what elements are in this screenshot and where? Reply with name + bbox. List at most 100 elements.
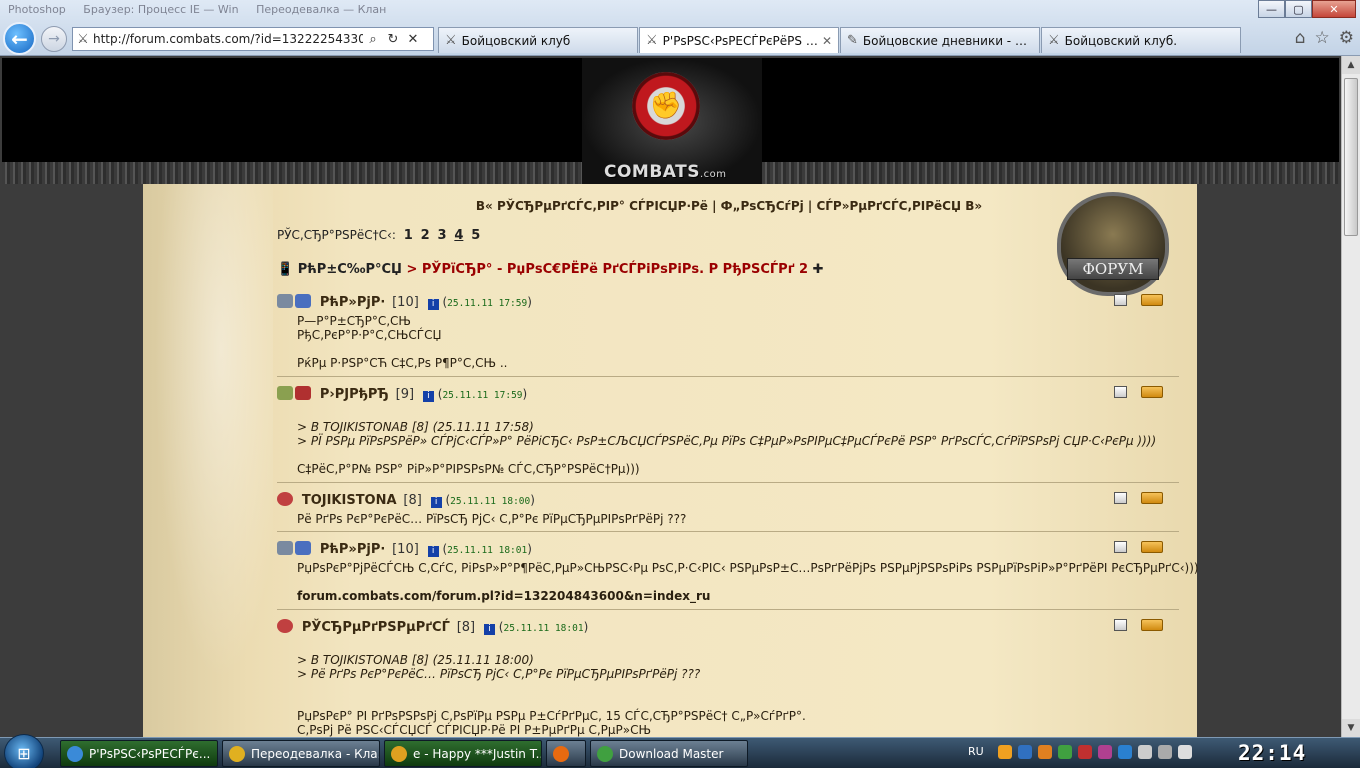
tab-forum-active[interactable]: ⚔ Р'РѕРЅС‹РѕРЕСЃРєРёРЅ Р... ✕ — [639, 27, 839, 53]
clock[interactable]: 22:14 — [1238, 741, 1306, 765]
site-logo[interactable]: ✊ COMBATS.com — [582, 58, 762, 184]
info-icon[interactable]: i — [483, 624, 495, 635]
post-author[interactable]: РЎСЂРµРґРЅРµРґСЃ — [302, 620, 450, 635]
info-icon[interactable]: i — [427, 546, 439, 557]
post-author[interactable]: Р›РЈРђРЂ — [320, 387, 389, 402]
gear-icon[interactable]: ⚙ — [1339, 28, 1354, 48]
messenger-icon[interactable] — [1038, 745, 1052, 759]
post-header: РћР»РјР· [10] i (25.11.11 17:59) — [277, 294, 532, 312]
quote-icon[interactable] — [1114, 386, 1127, 398]
start-button[interactable]: ⊞ — [4, 734, 44, 768]
app-tray-icon[interactable] — [1098, 745, 1112, 759]
stop-icon[interactable]: ✕ — [403, 32, 423, 47]
vertical-scrollbar[interactable]: ▲ ▼ — [1341, 56, 1360, 737]
site-favicon-icon: ⚔ — [77, 31, 89, 47]
quote-icon[interactable] — [1114, 492, 1127, 504]
reply-icon[interactable] — [1141, 294, 1163, 306]
back-button[interactable]: ← — [3, 22, 36, 55]
page-link-1[interactable]: 1 — [404, 228, 413, 243]
speed-icon[interactable] — [1118, 745, 1132, 759]
tab-strip: ⚔ Бойцовский клуб ⚔ Р'РѕРЅС‹РѕРЕСЃРєРёРЅ… — [438, 27, 1242, 53]
reply-icon[interactable] — [1141, 386, 1163, 398]
search-icon[interactable]: ⌕ — [363, 32, 383, 47]
address-bar[interactable]: ⚔ ⌕ ↻ ✕ — [72, 27, 434, 51]
post-line — [297, 575, 1199, 589]
scroll-thumb[interactable] — [1344, 78, 1358, 236]
post-level: [10] — [392, 295, 419, 310]
quote-icon[interactable] — [1114, 541, 1127, 553]
page-link-2[interactable]: 2 — [421, 228, 430, 243]
ghost-title: Браузер: Процесс IE — Win — [83, 3, 239, 16]
post-line: РќРµ Р·РЅР°СЋ С‡С‚Рѕ Р¶Р°С‚СЊ .. — [297, 356, 508, 370]
refresh-icon[interactable]: ↻ — [383, 32, 403, 47]
align-badge-icon — [295, 294, 311, 308]
tab-boycovsky-klub-2[interactable]: ⚔ Бойцовский клуб. — [1041, 27, 1241, 53]
taskbar-item-download-master[interactable]: Download Master — [590, 740, 748, 767]
taskbar-item-aimp[interactable]: e - Happy ***Justin T... — [384, 740, 542, 767]
post-line — [297, 639, 806, 653]
post-level: [8] — [403, 493, 422, 508]
forward-button[interactable]: → — [41, 26, 67, 52]
minimize-button[interactable]: — — [1258, 0, 1285, 18]
power-icon[interactable] — [1158, 745, 1172, 759]
clan-badge-icon — [277, 294, 293, 308]
forum-post: Р›РЈРђРЂ [9] i (25.11.11 17:59) > В TOJI… — [277, 386, 1179, 483]
post-line: РђС‚РєР°Р·Р°С‚СЊСЃСЏ — [297, 328, 442, 342]
home-icon[interactable]: ⌂ — [1295, 28, 1306, 48]
quote-icon[interactable] — [1114, 294, 1127, 306]
post-body: > В TOJIKISTONAB [8] (25.11.11 17:58) > … — [297, 406, 1156, 476]
forum-post: РћР»РјР· [10] i (25.11.11 17:59) Р—Р°Р±С… — [277, 294, 1179, 377]
weather-icon[interactable] — [998, 745, 1012, 759]
phone-icon: 📱 — [277, 262, 294, 277]
info-icon[interactable]: i — [430, 497, 442, 508]
page-link-5[interactable]: 5 — [471, 228, 480, 243]
tab-close-icon[interactable]: ✕ — [822, 34, 832, 48]
logo-text: COMBATS.com — [604, 162, 727, 182]
taskbar-item-chrome[interactable]: Переодевалка - Кла... — [222, 740, 380, 767]
post-author[interactable]: РћР»РјР· — [320, 295, 385, 310]
post-link[interactable]: forum.combats.com/forum.pl?id=1322048436… — [297, 589, 1199, 603]
maximize-button[interactable]: ▢ — [1285, 0, 1312, 18]
tab-dnevniki[interactable]: ✎ Бойцовские дневники - ТОД... — [840, 27, 1040, 53]
clan-badge-icon — [277, 619, 293, 633]
post-header: РћР»РјР· [10] i (25.11.11 18:01) — [277, 541, 532, 559]
volume-icon[interactable] — [1178, 745, 1192, 759]
player-icon — [391, 745, 407, 762]
swords-icon: ⚔ — [445, 33, 457, 48]
forum-post: РЎСЂРµРґРЅРµРґСЃ [8] i (25.11.11 18:01) … — [277, 619, 1179, 737]
pagination: РЎС‚СЂР°РЅРёС†С‹: 1 2 3 4 5 — [277, 228, 480, 243]
post-body: Р—Р°Р±СЂР°С‚СЊ РђС‚РєР°Р·Р°С‚СЊСЃСЏ РќРµ… — [297, 314, 507, 370]
download-icon — [597, 745, 613, 762]
post-line: С‚РѕРј Рё РЅС‹СЃСЏСЃ СЃРІСЏР·Рё РІ Р±РµР… — [297, 723, 652, 737]
antivirus-icon[interactable] — [1078, 745, 1092, 759]
download-tray-icon[interactable] — [1058, 745, 1072, 759]
page-link-3[interactable]: 3 — [437, 228, 446, 243]
tab-boycovsky-klub[interactable]: ⚔ Бойцовский клуб — [438, 27, 638, 53]
info-icon[interactable]: i — [422, 391, 434, 402]
network-icon[interactable] — [1018, 745, 1032, 759]
post-author[interactable]: TOJIKISTONA — [302, 493, 397, 508]
favorites-star-icon[interactable]: ☆ — [1315, 28, 1330, 48]
task-label: Переодевалка - Кла... — [251, 746, 380, 761]
close-window-button[interactable]: ✕ — [1312, 0, 1356, 18]
post-author[interactable]: РћР»РјР· — [320, 542, 385, 557]
scroll-down-icon[interactable]: ▼ — [1342, 719, 1360, 737]
taskbar-item-firefox[interactable] — [546, 740, 586, 767]
swords-icon: ⚔ — [646, 33, 658, 48]
post-level: [10] — [392, 542, 419, 557]
reply-icon[interactable] — [1141, 541, 1163, 553]
taskbar-item-ie[interactable]: Р'РѕРЅС‹РѕРЕСЃРє... — [60, 740, 218, 767]
info-icon[interactable]: i — [427, 299, 439, 310]
address-input[interactable] — [93, 32, 363, 46]
flag-icon[interactable] — [1138, 745, 1152, 759]
task-label: Download Master — [619, 746, 724, 761]
reply-icon[interactable] — [1141, 492, 1163, 504]
language-indicator[interactable]: RU — [968, 745, 984, 758]
scroll-up-icon[interactable]: ▲ — [1342, 56, 1360, 74]
thread-section[interactable]: РћР±С‰Р°СЏ — [298, 262, 402, 277]
reply-icon[interactable] — [1141, 619, 1163, 631]
quote-icon[interactable] — [1114, 619, 1127, 631]
forum-navline[interactable]: В« РЎСЂРµРґСЃС‚РІР° СЃРІСЏР·Рё | Ф„РѕСЂС… — [277, 199, 1181, 213]
bookmark-icon[interactable]: ✚ — [813, 262, 824, 277]
page-link-current[interactable]: 4 — [454, 228, 463, 243]
